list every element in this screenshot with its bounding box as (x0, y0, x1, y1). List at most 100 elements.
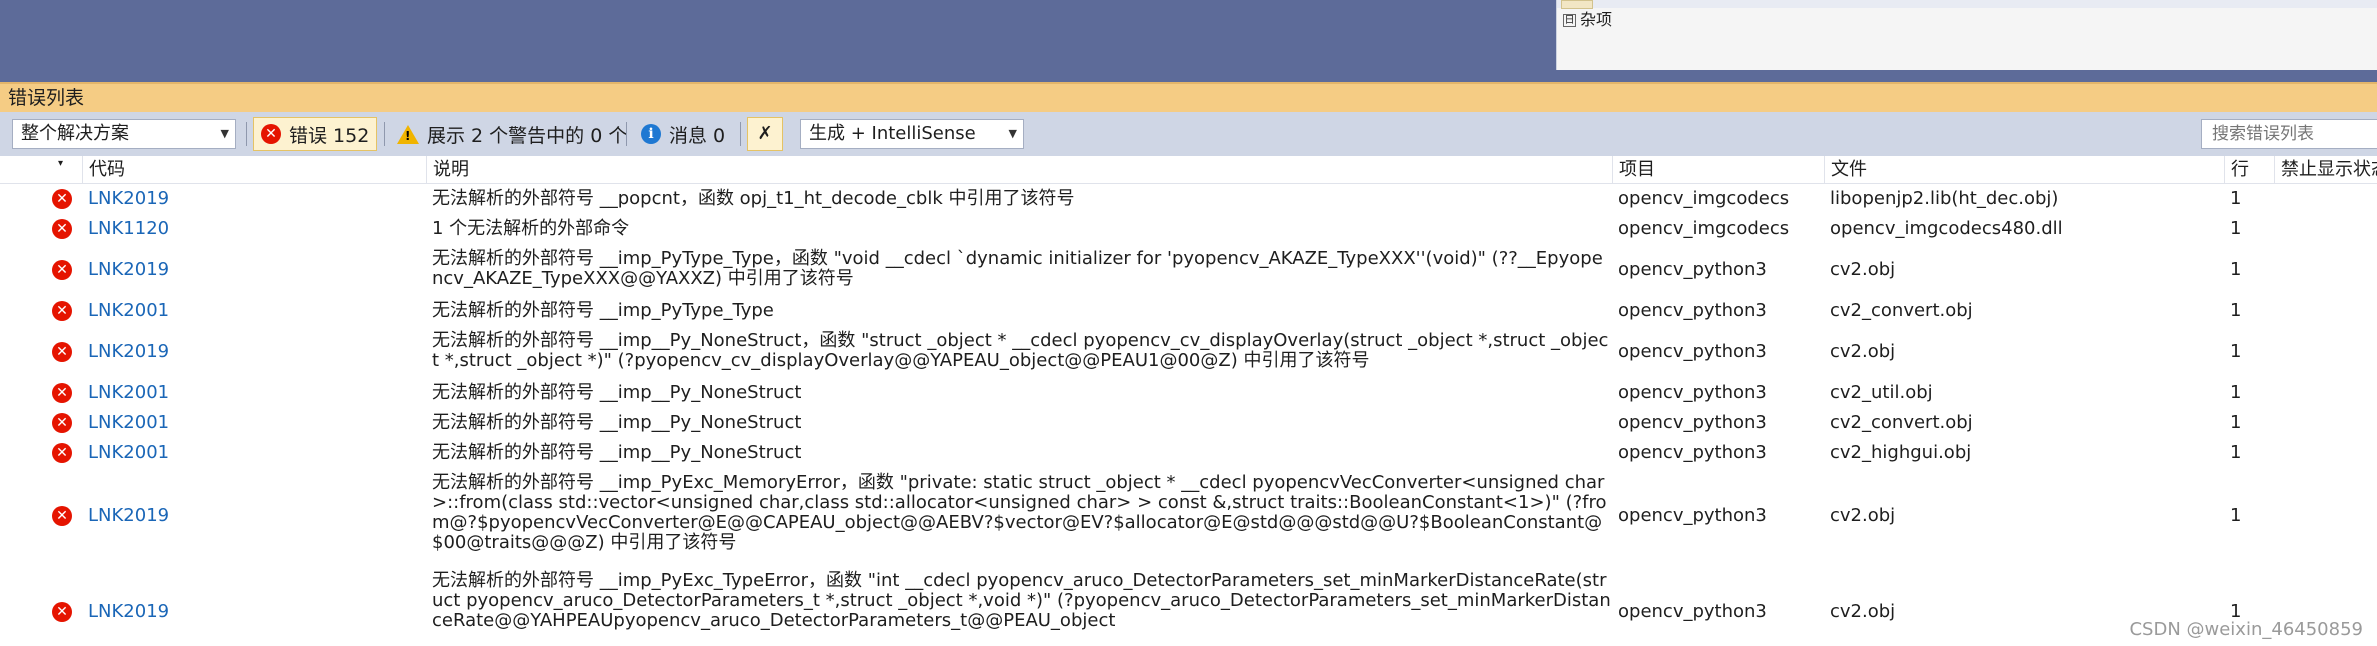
warning-icon: ! (397, 124, 419, 144)
info-icon: i (641, 124, 661, 144)
separator (246, 122, 247, 146)
watermark: CSDN @weixin_46450859 (2129, 619, 2363, 640)
column-header-description[interactable]: 说明 (426, 156, 1612, 184)
table-row[interactable]: ✕ LNK1120 1 个无法解析的外部命令 opencv_imgcodecs … (0, 214, 2377, 244)
error-description: 1 个无法解析的外部命令 (432, 218, 630, 239)
error-description: 无法解析的外部符号 __popcnt，函数 opj_t1_ht_decode_c… (432, 188, 1075, 209)
messages-filter-button[interactable]: i 消息 0 (634, 117, 732, 151)
messages-count-label: 消息 0 (669, 124, 726, 147)
column-header-project[interactable]: 项目 (1612, 156, 1824, 184)
error-project: opencv_python3 (1618, 259, 1767, 280)
error-file: libopenjp2.lib(ht_dec.obj) (1830, 188, 2059, 209)
table-row[interactable]: ✕ LNK2019 无法解析的外部符号 __imp_PyExc_MemoryEr… (0, 468, 2377, 566)
error-code-link[interactable]: LNK2019 (88, 342, 169, 362)
build-filter-dropdown[interactable]: 生成 + IntelliSense ▼ (800, 119, 1024, 149)
error-line: 1 (2230, 442, 2242, 463)
error-file: cv2.obj (1830, 341, 1896, 362)
error-line: 1 (2230, 412, 2242, 433)
error-file: cv2.obj (1830, 601, 1896, 622)
error-line: 1 (2230, 300, 2242, 321)
error-description: 无法解析的外部符号 __imp_PyExc_MemoryError，函数 "pr… (432, 472, 1607, 553)
table-row[interactable]: ✕ LNK2019 无法解析的外部符号 __imp__Py_NoneStruct… (0, 326, 2377, 378)
table-row[interactable]: ✕ LNK2001 无法解析的外部符号 __imp__Py_NoneStruct… (0, 438, 2377, 468)
error-code-link[interactable]: LNK2019 (88, 189, 169, 209)
error-description: 无法解析的外部符号 __imp_PyType_Type，函数 "void __c… (432, 248, 1603, 289)
error-project: opencv_python3 (1618, 300, 1767, 321)
error-description: 无法解析的外部符号 __imp__Py_NoneStruct (432, 442, 802, 463)
error-description: 无法解析的外部符号 __imp__Py_NoneStruct，函数 "struc… (432, 330, 1609, 371)
properties-category-misc[interactable]: 日 杂项 (1563, 10, 1612, 30)
table-row[interactable]: ✕ LNK2019 无法解析的外部符号 __popcnt，函数 opj_t1_h… (0, 184, 2377, 214)
error-code-link[interactable]: LNK2019 (88, 260, 169, 280)
error-icon: ✕ (52, 602, 72, 622)
scope-value: 整个解决方案 (21, 123, 129, 144)
error-line: 1 (2230, 505, 2242, 526)
error-file: cv2_convert.obj (1830, 412, 1973, 433)
error-project: opencv_python3 (1618, 505, 1767, 526)
sort-indicator-icon[interactable]: ▾ (58, 156, 78, 184)
error-project: opencv_python3 (1618, 412, 1767, 433)
error-icon: ✕ (261, 124, 281, 144)
table-row[interactable]: ✕ LNK2001 无法解析的外部符号 __imp_PyType_Type op… (0, 296, 2377, 326)
separator (626, 122, 627, 146)
error-code-link[interactable]: LNK2001 (88, 413, 169, 433)
errors-count-label: 错误 152 (289, 124, 370, 147)
error-project: opencv_imgcodecs (1618, 188, 1790, 209)
error-line: 1 (2230, 188, 2242, 209)
error-file: cv2_util.obj (1830, 382, 1933, 403)
table-row[interactable]: ✕ LNK2019 无法解析的外部符号 __imp_PyExc_TypeErro… (0, 566, 2377, 646)
separator (740, 122, 741, 146)
collapse-icon[interactable]: 日 (1563, 13, 1576, 27)
error-code-link[interactable]: LNK2019 (88, 506, 169, 526)
column-header-file[interactable]: 文件 (1824, 156, 2224, 184)
error-description: 无法解析的外部符号 __imp_PyType_Type (432, 300, 774, 321)
error-icon: ✕ (52, 301, 72, 321)
error-code-link[interactable]: LNK2001 (88, 301, 169, 321)
table-row[interactable]: ✕ LNK2019 无法解析的外部符号 __imp_PyType_Type，函数… (0, 244, 2377, 296)
error-project: opencv_imgcodecs (1618, 218, 1790, 239)
error-description: 无法解析的外部符号 __imp__Py_NoneStruct (432, 412, 802, 433)
error-code-link[interactable]: LNK2001 (88, 383, 169, 403)
error-description: 无法解析的外部符号 __imp__Py_NoneStruct (432, 382, 802, 403)
search-input[interactable] (2210, 123, 2377, 145)
error-line: 1 (2230, 259, 2242, 280)
error-file: cv2.obj (1830, 259, 1896, 280)
error-icon: ✕ (52, 260, 72, 280)
error-description: 无法解析的外部符号 __imp_PyExc_TypeError，函数 "int … (432, 570, 1611, 631)
window-title[interactable]: 错误列表 (0, 82, 2377, 112)
error-list-header: ▾ 代码 说明 项目 文件 行 禁止显示状态 (0, 156, 2377, 184)
error-icon: ✕ (52, 443, 72, 463)
build-filter-toggle-button[interactable]: ✗ (747, 117, 783, 151)
error-project: opencv_python3 (1618, 442, 1767, 463)
error-line: 1 (2230, 218, 2242, 239)
error-project: opencv_python3 (1618, 341, 1767, 362)
search-error-list[interactable] (2201, 119, 2377, 149)
error-file: cv2_highgui.obj (1830, 442, 1972, 463)
error-line: 1 (2230, 382, 2242, 403)
error-icon: ✕ (52, 189, 72, 209)
errors-filter-button[interactable]: ✕ 错误 152 (253, 117, 378, 151)
properties-strip (1557, 0, 2377, 8)
error-icon: ✕ (52, 383, 72, 403)
properties-panel: 日 杂项 (1556, 0, 2377, 70)
error-icon: ✕ (52, 342, 72, 362)
error-code-link[interactable]: LNK2019 (88, 602, 169, 622)
error-project: opencv_python3 (1618, 601, 1767, 622)
error-code-link[interactable]: LNK1120 (88, 219, 169, 239)
filter-icon: ✗ (757, 123, 773, 144)
error-icon: ✕ (52, 413, 72, 433)
column-header-line[interactable]: 行 (2224, 156, 2274, 184)
column-header-code[interactable]: 代码 (82, 156, 432, 184)
error-icon: ✕ (52, 506, 72, 526)
column-header-suppression[interactable]: 禁止显示状态 (2274, 156, 2377, 184)
properties-category-label: 杂项 (1580, 10, 1613, 29)
properties-tab[interactable] (1561, 0, 1593, 9)
error-file: cv2.obj (1830, 505, 1896, 526)
error-project: opencv_python3 (1618, 382, 1767, 403)
table-row[interactable]: ✕ LNK2001 无法解析的外部符号 __imp__Py_NoneStruct… (0, 408, 2377, 438)
error-list-toolbar: 整个解决方案 ▼ ✕ 错误 152 ! 展示 2 个警告中的 0 个 i 消息 … (0, 112, 2377, 156)
error-code-link[interactable]: LNK2001 (88, 443, 169, 463)
warnings-filter-button[interactable]: ! 展示 2 个警告中的 0 个 (390, 117, 634, 151)
scope-dropdown[interactable]: 整个解决方案 ▼ (12, 119, 236, 149)
table-row[interactable]: ✕ LNK2001 无法解析的外部符号 __imp__Py_NoneStruct… (0, 378, 2377, 408)
